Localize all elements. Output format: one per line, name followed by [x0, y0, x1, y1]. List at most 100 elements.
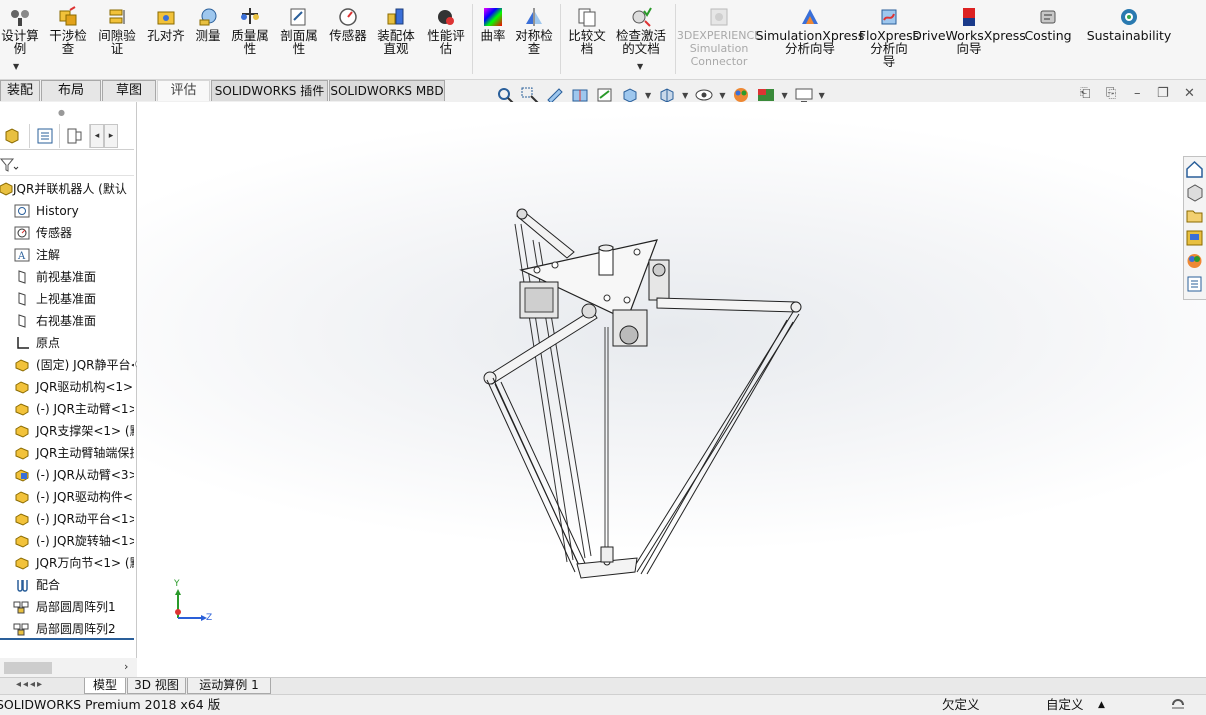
hole-alignment-button[interactable]: 孔对齐 [143, 6, 189, 42]
simulationxpress-label: SimulationXpress 分析向导 [755, 28, 865, 56]
tree-filter[interactable] [0, 152, 134, 176]
tab-evaluate[interactable]: 评估 [157, 80, 210, 101]
chevron-down-icon[interactable]: ▼ [13, 62, 19, 71]
check-active-label: 检查激活 的文档 [615, 28, 666, 56]
performance-evaluation-button[interactable]: 性能评 估 [424, 6, 468, 55]
chevron-down-icon[interactable]: ▼ [781, 91, 787, 100]
clearance-verify-button[interactable]: 间隙验 证 [95, 6, 139, 55]
tree-item-component[interactable]: (-) JQR动平台<1> [0, 508, 134, 530]
tab-navigation-arrows[interactable]: ◂◂◂▸ [16, 679, 44, 690]
sensor-button[interactable]: 传感器 [326, 6, 370, 42]
panel-grip-icon[interactable]: ● [58, 108, 65, 117]
floxpress-button[interactable]: FloXpress 分析向 导 [859, 6, 919, 68]
simulationxpress-button[interactable]: SimulationXpress 分析向导 [756, 6, 864, 55]
home-icon[interactable] [1184, 158, 1205, 180]
chevron-down-icon[interactable]: ▼ [819, 91, 825, 100]
check-active-document-button[interactable]: 检查激活 的文档 [613, 6, 669, 55]
assembly-viz-label: 装配体 直观 [377, 28, 415, 56]
tree-item-origin[interactable]: 原点 [0, 332, 134, 354]
tab-solidworks-mbd[interactable]: SOLIDWORKS MBD [329, 80, 445, 101]
ribbon-separator [472, 4, 473, 74]
tree-horizontal-scrollbar[interactable]: › [0, 658, 137, 678]
manager-tabs: ◂ ▸ [0, 124, 134, 150]
chevron-up-icon[interactable]: ▲ [1098, 695, 1105, 715]
tree-item-component[interactable]: JQR主动臂轴端保护 [0, 442, 134, 464]
chevron-down-icon[interactable]: ▼ [682, 91, 688, 100]
compare-documents-button[interactable]: 比较文 档 [565, 6, 609, 55]
tree-item-component[interactable]: (-) JQR驱动构件< [0, 486, 134, 508]
costing-label: Costing [1024, 28, 1072, 43]
bottom-tab-bar: ◂◂◂▸ 模型 3D 视图 运动算例 1 [0, 677, 1206, 694]
tree-rollback-bar[interactable] [0, 638, 134, 640]
sustainability-icon [1118, 6, 1140, 28]
tree-item-pattern[interactable]: 局部圆周阵列2 [0, 618, 134, 640]
tab-3d-view[interactable]: 3D 视图 [127, 678, 186, 694]
tree-item-component[interactable]: JQR万向节<1> (默 [0, 552, 134, 574]
tree-item-top-plane[interactable]: 上视基准面 [0, 288, 134, 310]
curvature-button[interactable]: 曲率 [477, 6, 509, 42]
tree-item-component[interactable]: (固定) JQR静平台< [0, 354, 134, 376]
symmetry-check-button[interactable]: 对称检 查 [512, 6, 556, 55]
tab-assembly[interactable]: 装配体 [0, 80, 40, 118]
tab-motion-study[interactable]: 运动算例 1 [187, 678, 271, 694]
tree-item-pattern[interactable]: 局部圆周阵列1 [0, 596, 134, 618]
tree-item-component[interactable]: (-) JQR从动臂<3> [0, 464, 134, 486]
file-explorer-icon[interactable] [1184, 204, 1205, 226]
ribbon-separator [675, 4, 676, 74]
subassembly-icon [14, 467, 30, 483]
tab-model[interactable]: 模型 [84, 678, 126, 694]
section-properties-button[interactable]: 剖面属 性 [277, 6, 321, 55]
tab-solidworks-addins[interactable]: SOLIDWORKS 插件 [211, 80, 328, 101]
driveworksxpress-button[interactable]: DriveWorksXpress 向导 [912, 6, 1026, 55]
chevron-down-icon[interactable]: ▼ [645, 91, 651, 100]
tree-item-sensors[interactable]: 传感器 [0, 222, 134, 244]
configuration-manager-tab[interactable] [60, 124, 90, 148]
tree-item-component[interactable]: (-) JQR旋转轴<1> [0, 530, 134, 552]
close-icon[interactable]: ✕ [1184, 86, 1195, 101]
tree-item-component[interactable]: (-) JQR主动臂<1> [0, 398, 134, 420]
tree-item-annotations[interactable]: A 注解 [0, 244, 134, 266]
delta-robot-model[interactable] [137, 102, 1206, 678]
3dexperience-simulation-button[interactable]: 3DEXPERIENCE Simulation Connector [677, 6, 761, 68]
chevron-down-icon[interactable]: ▼ [637, 62, 643, 71]
sensor-icon [337, 6, 359, 28]
rebuild-status-icon[interactable] [1170, 695, 1186, 715]
plane-icon [14, 269, 30, 285]
assembly-visualization-button[interactable]: 装配体 直观 [374, 6, 418, 55]
appearances-icon[interactable] [1184, 250, 1205, 272]
graphics-area[interactable]: Y Z [137, 102, 1206, 678]
assembly-viz-icon [385, 6, 407, 28]
maximize-icon[interactable]: ❐ [1157, 86, 1169, 101]
tree-item-root-assembly[interactable]: JQR并联机器人 (默认 [0, 178, 134, 200]
filter-icon[interactable] [0, 152, 24, 176]
tree-item-front-plane[interactable]: 前视基准面 [0, 266, 134, 288]
tree-item-component[interactable]: JQR驱动机构<1> [0, 376, 134, 398]
scrollbar-thumb[interactable] [4, 662, 52, 674]
feature-tree: JQR并联机器人 (默认 History 传感器 A 注解 前视基准面 上视基准… [0, 178, 134, 640]
tabs-scroll-left-icon[interactable]: ◂ [90, 124, 104, 148]
feature-manager-tab[interactable] [0, 124, 30, 148]
tree-item-mates[interactable]: 配合 [0, 574, 134, 596]
tab-layout[interactable]: 布局 [41, 80, 101, 101]
tree-item-history[interactable]: History [0, 200, 134, 222]
measure-button[interactable]: 测量 [192, 6, 224, 42]
view-palette-icon[interactable] [1184, 227, 1205, 249]
status-units-selector[interactable]: 自定义 [1046, 695, 1084, 715]
mass-properties-button[interactable]: 质量属 性 [228, 6, 272, 55]
design-study-button[interactable]: 设计算 例 [0, 6, 40, 55]
minimize-icon[interactable]: – [1134, 86, 1141, 101]
costing-button[interactable]: Costing [1022, 6, 1074, 42]
restore-left-icon[interactable]: ⎗ [1080, 86, 1090, 101]
chevron-down-icon[interactable]: ▼ [719, 91, 725, 100]
sustainability-button[interactable]: Sustainability [1087, 6, 1171, 42]
custom-properties-icon[interactable] [1184, 273, 1205, 295]
tabs-scroll-right-icon[interactable]: ▸ [104, 124, 118, 148]
scroll-right-icon[interactable]: › [124, 660, 128, 673]
tree-item-right-plane[interactable]: 右视基准面 [0, 310, 134, 332]
tab-sketch[interactable]: 草图 [102, 80, 156, 101]
design-library-icon[interactable] [1184, 181, 1205, 203]
interference-check-button[interactable]: 干涉检 查 [46, 6, 90, 55]
restore-right-icon[interactable]: ⎘ [1106, 86, 1116, 101]
tree-item-component[interactable]: JQR支撑架<1> (默 [0, 420, 134, 442]
property-manager-tab[interactable] [30, 124, 60, 148]
